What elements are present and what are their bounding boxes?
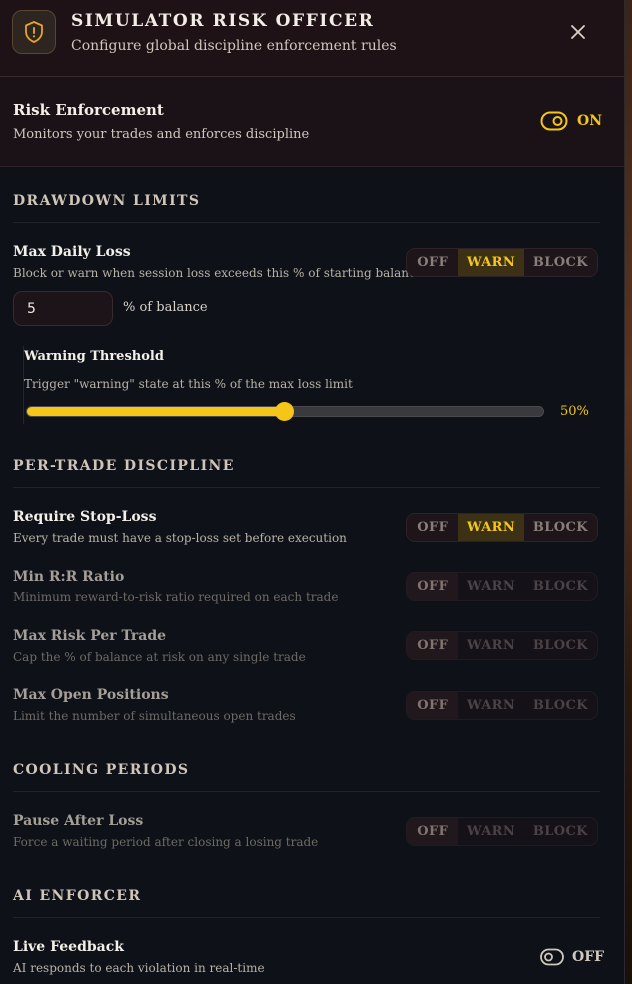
mode-block-option[interactable]: BLOCK xyxy=(524,573,597,600)
max-daily-loss-title: Max Daily Loss xyxy=(13,244,131,260)
max-open-positions-title: Max Open Positions xyxy=(13,687,169,703)
mode-off-option[interactable]: OFF xyxy=(407,514,459,541)
min-rr-ratio-title: Min R:R Ratio xyxy=(13,569,125,585)
divider xyxy=(13,791,600,792)
toggle-state-label: OFF xyxy=(572,949,605,965)
page-subtitle: Configure global discipline enforcement … xyxy=(71,38,397,54)
mode-warn-option[interactable]: WARN xyxy=(458,692,523,719)
mode-block-option[interactable]: BLOCK xyxy=(524,632,597,659)
mode-warn-option[interactable]: WARN xyxy=(458,249,524,276)
risk-officer-panel: SIMULATOR RISK OFFICER Configure global … xyxy=(0,0,625,984)
min-rr-ratio-subtitle: Minimum reward-to-risk ratio required on… xyxy=(13,590,339,604)
divider xyxy=(13,222,600,223)
min-rr-ratio-mode-selector: OFF WARN BLOCK xyxy=(406,572,598,601)
mode-off-option[interactable]: OFF xyxy=(407,818,459,845)
max-daily-loss-subtitle: Block or warn when session loss exceeds … xyxy=(13,266,423,280)
max-daily-loss-unit: % of balance xyxy=(123,300,208,315)
slider-fill xyxy=(27,407,285,416)
section-ai-enforcer: AI ENFORCER xyxy=(13,888,142,904)
divider xyxy=(13,917,600,918)
close-button[interactable] xyxy=(566,20,590,44)
risk-enforcement-title: Risk Enforcement xyxy=(13,101,164,119)
close-icon xyxy=(571,25,585,39)
mode-off-option[interactable]: OFF xyxy=(407,632,459,659)
risk-enforcement-toggle[interactable]: ON xyxy=(540,111,602,131)
pause-after-loss-title: Pause After Loss xyxy=(13,813,144,829)
max-open-positions-subtitle: Limit the number of simultaneous open tr… xyxy=(13,709,296,723)
warning-threshold-value: 50% xyxy=(560,404,589,419)
mode-block-option[interactable]: BLOCK xyxy=(523,514,597,541)
toggle-state-label: ON xyxy=(577,113,602,129)
warning-threshold-slider[interactable] xyxy=(26,402,544,421)
pause-after-loss-mode-selector: OFF WARN BLOCK xyxy=(406,817,598,846)
mode-block-option[interactable]: BLOCK xyxy=(524,818,597,845)
pause-after-loss-subtitle: Force a waiting period after closing a l… xyxy=(13,835,319,849)
max-daily-loss-mode-selector: OFF WARN BLOCK xyxy=(406,248,598,277)
warning-threshold-title: Warning Threshold xyxy=(24,349,164,364)
warning-threshold-group: Warning Threshold Trigger "warning" stat… xyxy=(23,346,604,424)
warning-threshold-subtitle: Trigger "warning" state at this % of the… xyxy=(24,377,353,391)
toggle-off-icon xyxy=(540,948,564,966)
mode-block-option[interactable]: BLOCK xyxy=(524,692,597,719)
max-open-positions-mode-selector: OFF WARN BLOCK xyxy=(406,691,598,720)
mode-off-option[interactable]: OFF xyxy=(407,249,459,276)
page-title: SIMULATOR RISK OFFICER xyxy=(71,11,375,31)
live-feedback-toggle[interactable]: OFF xyxy=(540,948,604,966)
toggle-on-icon xyxy=(540,111,568,131)
mode-warn-option[interactable]: WARN xyxy=(458,818,523,845)
live-feedback-subtitle: AI responds to each violation in real-ti… xyxy=(13,961,265,975)
live-feedback-title: Live Feedback xyxy=(13,939,124,955)
max-daily-loss-input[interactable] xyxy=(13,291,113,326)
divider xyxy=(13,487,600,488)
mode-block-option[interactable]: BLOCK xyxy=(523,249,597,276)
max-risk-per-trade-subtitle: Cap the % of balance at risk on any sing… xyxy=(13,650,306,664)
section-cooling-periods: COOLING PERIODS xyxy=(13,762,190,778)
section-per-trade-discipline: PER-TRADE DISCIPLINE xyxy=(13,458,235,474)
background-edge xyxy=(624,0,632,984)
risk-enforcement-subtitle: Monitors your trades and enforces discip… xyxy=(13,127,310,142)
panel-header: SIMULATOR RISK OFFICER Configure global … xyxy=(0,0,624,77)
mode-off-option[interactable]: OFF xyxy=(407,573,459,600)
max-risk-per-trade-mode-selector: OFF WARN BLOCK xyxy=(406,631,598,660)
mode-warn-option[interactable]: WARN xyxy=(458,573,523,600)
max-risk-per-trade-title: Max Risk Per Trade xyxy=(13,628,167,644)
mode-warn-option[interactable]: WARN xyxy=(458,632,523,659)
mode-off-option[interactable]: OFF xyxy=(407,692,459,719)
shield-alert-icon xyxy=(12,10,56,54)
require-stop-loss-mode-selector: OFF WARN BLOCK xyxy=(406,513,598,542)
section-drawdown-limits: DRAWDOWN LIMITS xyxy=(13,193,201,209)
risk-enforcement-row: Risk Enforcement Monitors your trades an… xyxy=(0,77,624,167)
mode-warn-option[interactable]: WARN xyxy=(458,514,524,541)
slider-handle[interactable] xyxy=(275,402,294,421)
require-stop-loss-title: Require Stop-Loss xyxy=(13,509,157,525)
require-stop-loss-subtitle: Every trade must have a stop-loss set be… xyxy=(13,531,347,545)
